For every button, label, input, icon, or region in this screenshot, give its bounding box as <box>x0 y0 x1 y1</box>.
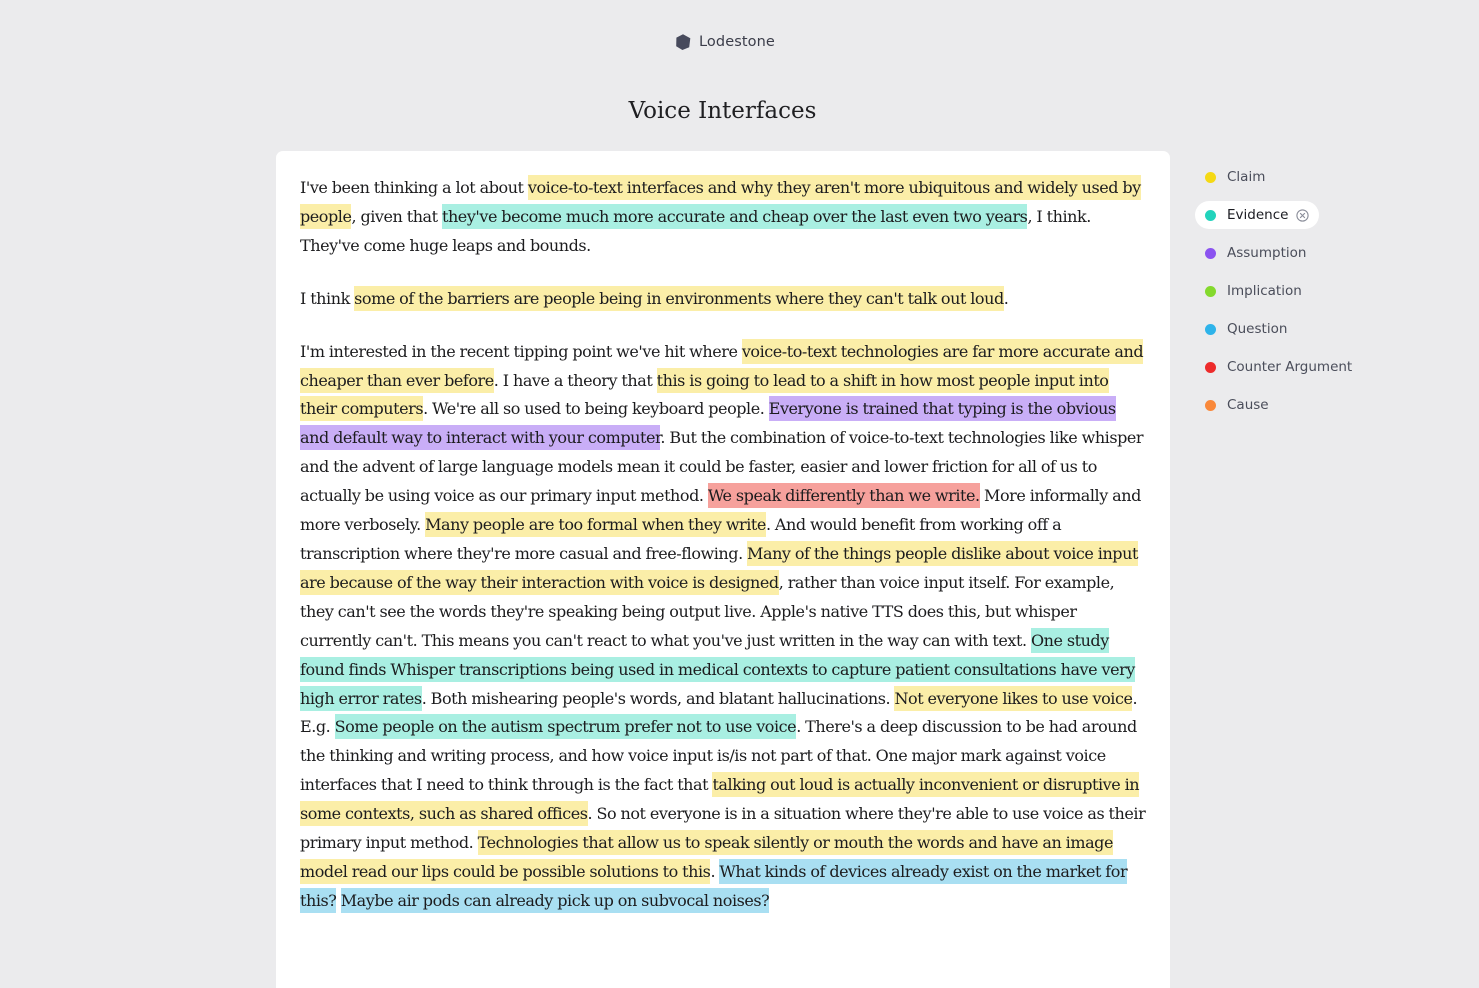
lodestone-logo-icon <box>676 34 691 50</box>
legend-label: Question <box>1227 321 1288 337</box>
text-segment: . Both mishearing people's words, and bl… <box>421 688 895 708</box>
legend-label: Cause <box>1227 397 1269 413</box>
document-card: I've been thinking a lot about voice-to-… <box>276 151 1170 988</box>
paragraph-3[interactable]: I'm interested in the recent tipping poi… <box>300 338 1146 916</box>
legend-label: Implication <box>1227 283 1302 299</box>
legend-label: Assumption <box>1227 245 1307 261</box>
highlight-evidence[interactable]: they've become much more accurate and ch… <box>441 203 1028 229</box>
highlight-legend: Claim Evidence Assumption Implication Qu… <box>1195 163 1385 429</box>
legend-item-claim[interactable]: Claim <box>1195 163 1275 191</box>
text-segment: I think <box>300 288 355 308</box>
highlight-claim[interactable]: some of the barriers are people being in… <box>354 285 1004 311</box>
document-title: Voice Interfaces <box>628 98 817 124</box>
highlight-counter[interactable]: We speak differently than we write. <box>707 483 980 509</box>
legend-item-assumption[interactable]: Assumption <box>1195 239 1316 267</box>
text-segment: . We're all so used to being keyboard pe… <box>423 399 769 419</box>
text-segment: , given that <box>351 206 442 226</box>
legend-label: Counter Argument <box>1227 359 1353 375</box>
paragraph-2[interactable]: I think some of the barriers are people … <box>300 285 1146 314</box>
text-segment: . <box>1003 288 1009 308</box>
legend-item-implication[interactable]: Implication <box>1195 277 1312 305</box>
app-brand: Lodestone <box>674 31 775 53</box>
legend-item-counter-argument[interactable]: Counter Argument <box>1195 353 1362 381</box>
legend-label: Evidence <box>1227 207 1289 223</box>
highlight-claim[interactable]: Many people are too formal when they wri… <box>425 512 766 538</box>
text-segment: I'm interested in the recent tipping poi… <box>300 341 742 361</box>
clear-filter-icon[interactable] <box>1296 208 1310 222</box>
implication-dot-icon <box>1205 285 1216 297</box>
highlight-claim[interactable]: Not everyone likes to use voice <box>894 685 1133 711</box>
question-dot-icon <box>1205 323 1216 335</box>
paragraph-1[interactable]: I've been thinking a lot about voice-to-… <box>300 174 1146 261</box>
text-segment: I've been thinking a lot about <box>300 178 528 197</box>
assumption-dot-icon <box>1205 247 1216 259</box>
text-segment: . I have a theory that <box>493 370 657 390</box>
claim-dot-icon <box>1205 171 1216 183</box>
highlight-evidence[interactable]: Some people on the autism spectrum prefe… <box>334 714 797 740</box>
legend-label: Claim <box>1227 169 1266 185</box>
app-name: Lodestone <box>699 34 775 50</box>
cause-dot-icon <box>1205 399 1216 411</box>
legend-item-cause[interactable]: Cause <box>1195 391 1279 419</box>
legend-item-evidence[interactable]: Evidence <box>1195 201 1320 229</box>
counter-argument-dot-icon <box>1205 361 1216 373</box>
highlight-question[interactable]: Maybe air pods can already pick up on su… <box>340 887 770 913</box>
legend-item-question[interactable]: Question <box>1195 315 1297 343</box>
evidence-dot-icon <box>1205 209 1216 221</box>
